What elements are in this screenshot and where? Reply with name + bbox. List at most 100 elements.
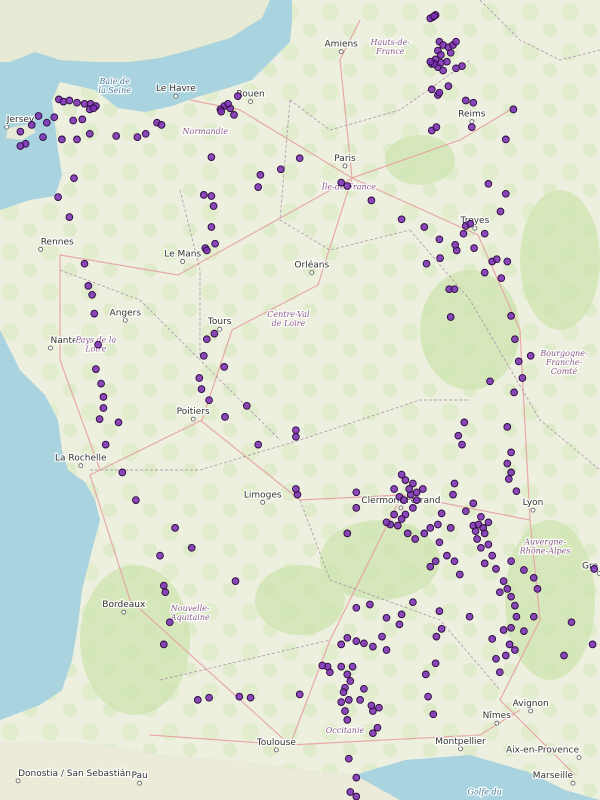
- observation-marker[interactable]: [337, 698, 346, 706]
- observation-marker[interactable]: [507, 312, 515, 320]
- observation-marker[interactable]: [42, 118, 51, 127]
- observation-marker[interactable]: [409, 504, 417, 512]
- observation-marker[interactable]: [199, 351, 208, 360]
- observation-marker[interactable]: [356, 696, 364, 704]
- observation-marker[interactable]: [118, 468, 127, 477]
- observation-marker[interactable]: [199, 191, 208, 199]
- observation-marker[interactable]: [343, 670, 352, 679]
- observation-marker[interactable]: [477, 512, 485, 521]
- observation-marker[interactable]: [231, 577, 240, 585]
- observation-marker[interactable]: [159, 640, 168, 649]
- observation-marker[interactable]: [84, 282, 93, 290]
- observation-marker[interactable]: [207, 192, 216, 200]
- observation-marker[interactable]: [132, 496, 140, 504]
- observation-marker[interactable]: [460, 418, 469, 427]
- observation-marker[interactable]: [505, 640, 514, 649]
- observation-marker[interactable]: [495, 668, 504, 677]
- observation-marker[interactable]: [458, 440, 466, 449]
- observation-marker[interactable]: [34, 112, 43, 120]
- observation-marker[interactable]: [339, 688, 348, 696]
- observation-marker[interactable]: [352, 504, 361, 512]
- observation-marker[interactable]: [210, 329, 219, 338]
- observation-marker[interactable]: [220, 363, 229, 371]
- observation-marker[interactable]: [501, 135, 510, 144]
- observation-marker[interactable]: [85, 129, 94, 138]
- observation-marker[interactable]: [295, 154, 304, 163]
- observation-marker[interactable]: [492, 654, 500, 663]
- observation-marker[interactable]: [254, 440, 263, 449]
- observation-marker[interactable]: [459, 229, 468, 238]
- observation-marker[interactable]: [195, 374, 204, 382]
- observation-marker[interactable]: [420, 223, 429, 231]
- observation-marker[interactable]: [431, 557, 440, 566]
- observation-marker[interactable]: [141, 129, 150, 138]
- observation-marker[interactable]: [346, 677, 355, 685]
- observation-marker[interactable]: [504, 475, 513, 483]
- observation-marker[interactable]: [343, 633, 352, 642]
- observation-marker[interactable]: [224, 99, 232, 108]
- observation-marker[interactable]: [514, 357, 523, 366]
- observation-marker[interactable]: [520, 627, 528, 635]
- map-canvas[interactable]: AmiensLe HavreRouenReimsParisRennesTroye…: [0, 0, 600, 800]
- observation-marker[interactable]: [450, 479, 459, 488]
- observation-marker[interactable]: [512, 612, 521, 621]
- observation-marker[interactable]: [443, 551, 451, 560]
- observation-marker[interactable]: [382, 613, 391, 622]
- observation-marker[interactable]: [101, 440, 110, 449]
- observation-marker[interactable]: [422, 259, 431, 268]
- observation-marker[interactable]: [446, 313, 455, 321]
- observation-marker[interactable]: [510, 388, 518, 397]
- observation-marker[interactable]: [449, 490, 457, 499]
- observation-marker[interactable]: [446, 48, 455, 57]
- observation-marker[interactable]: [409, 479, 417, 488]
- observation-marker[interactable]: [211, 239, 219, 248]
- observation-marker[interactable]: [197, 385, 206, 393]
- observation-marker[interactable]: [99, 393, 108, 401]
- observation-marker[interactable]: [341, 707, 349, 715]
- observation-marker[interactable]: [352, 773, 361, 782]
- observation-marker[interactable]: [161, 588, 170, 597]
- observation-marker[interactable]: [88, 290, 96, 299]
- observation-marker[interactable]: [435, 235, 444, 244]
- observation-marker[interactable]: [477, 543, 485, 552]
- observation-marker[interactable]: [397, 470, 406, 479]
- observation-marker[interactable]: [233, 92, 242, 100]
- observation-marker[interactable]: [157, 121, 166, 129]
- observation-marker[interactable]: [588, 640, 597, 649]
- observation-marker[interactable]: [187, 543, 196, 552]
- observation-marker[interactable]: [435, 88, 444, 97]
- observation-marker[interactable]: [503, 585, 512, 593]
- observation-marker[interactable]: [397, 515, 406, 523]
- observation-marker[interactable]: [393, 521, 402, 530]
- observation-marker[interactable]: [403, 529, 412, 538]
- observation-marker[interactable]: [492, 255, 501, 264]
- observation-marker[interactable]: [69, 116, 78, 125]
- observation-marker[interactable]: [242, 401, 251, 410]
- observation-marker[interactable]: [397, 215, 406, 224]
- observation-marker[interactable]: [435, 538, 444, 547]
- observation-marker[interactable]: [58, 135, 66, 144]
- observation-marker[interactable]: [114, 418, 123, 427]
- observation-marker[interactable]: [427, 85, 436, 94]
- observation-marker[interactable]: [450, 285, 459, 294]
- observation-marker[interactable]: [484, 518, 493, 527]
- observation-marker[interactable]: [511, 335, 519, 344]
- observation-marker[interactable]: [78, 115, 87, 124]
- observation-marker[interactable]: [480, 529, 489, 538]
- observation-marker[interactable]: [369, 729, 377, 738]
- observation-marker[interactable]: [437, 509, 446, 518]
- observation-marker[interactable]: [343, 529, 352, 538]
- observation-marker[interactable]: [507, 448, 515, 457]
- observation-marker[interactable]: [80, 259, 89, 268]
- observation-marker[interactable]: [451, 240, 460, 249]
- observation-marker[interactable]: [469, 499, 478, 508]
- observation-marker[interactable]: [112, 132, 121, 140]
- observation-marker[interactable]: [97, 379, 105, 388]
- observation-marker[interactable]: [496, 207, 505, 216]
- observation-marker[interactable]: [352, 637, 361, 645]
- observation-marker[interactable]: [529, 612, 538, 621]
- observation-marker[interactable]: [366, 600, 374, 609]
- observation-marker[interactable]: [343, 182, 352, 190]
- observation-marker[interactable]: [16, 127, 25, 136]
- observation-marker[interactable]: [360, 684, 368, 693]
